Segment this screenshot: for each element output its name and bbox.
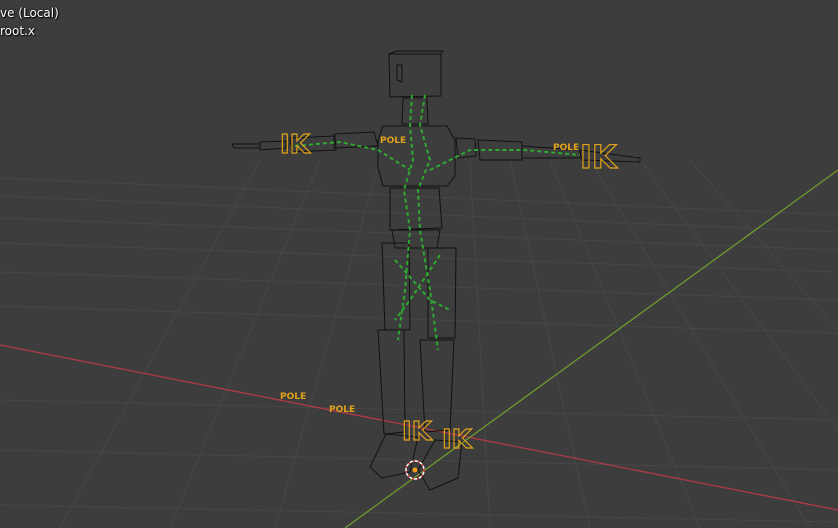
ik-label: IK — [402, 417, 433, 447]
viewport-scene[interactable]: IK IK IK IK POLE POLE POLE POLE — [0, 0, 838, 528]
ik-label: IK — [580, 138, 618, 176]
bone-chain — [294, 94, 581, 351]
y-axis-line — [344, 169, 838, 528]
pole-label-right-knee[interactable]: POLE — [329, 405, 355, 415]
ik-controller-left-foot[interactable]: IK — [401, 416, 433, 447]
view-name-label: ve (Local) — [0, 6, 59, 20]
pole-label-chest[interactable]: POLE — [380, 136, 406, 146]
active-object-label: root.x — [0, 24, 35, 38]
ik-label: IK — [280, 130, 311, 160]
pole-label-left-knee[interactable]: POLE — [280, 392, 306, 402]
character-rig[interactable] — [231, 50, 641, 491]
3d-viewport[interactable]: IK IK IK IK POLE POLE POLE POLE ve (Loca… — [0, 0, 838, 528]
ik-controller-right-foot[interactable]: IK — [441, 424, 473, 455]
ik-controller-right-hand[interactable]: IK — [579, 137, 618, 176]
pole-label-right-arm[interactable]: POLE — [553, 143, 579, 153]
ik-controller-left-hand[interactable]: IK — [279, 129, 311, 160]
3d-cursor-icon[interactable] — [405, 460, 425, 480]
floor-grid — [0, 159, 838, 528]
ik-label: IK — [442, 425, 473, 455]
